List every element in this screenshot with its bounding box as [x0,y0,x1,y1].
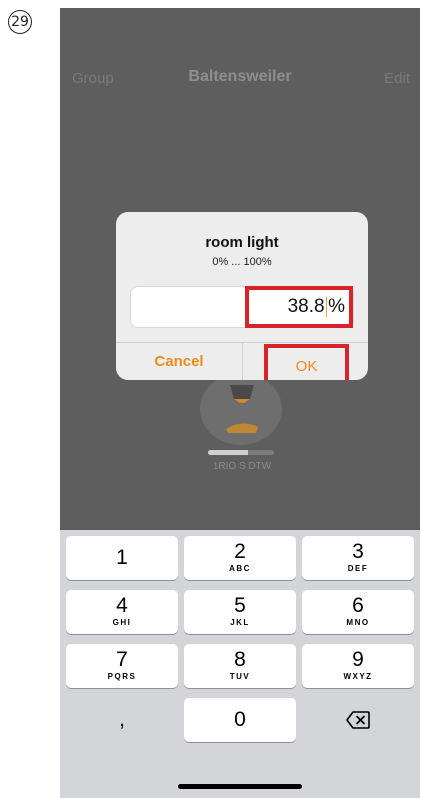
key-6[interactable]: 6 MNO [302,590,414,634]
device-label: 1RIO S DTW [212,461,272,472]
key-digit: 7 [116,648,128,671]
key-8[interactable]: 8 TUV [184,644,296,688]
step-number: 29 [11,14,29,30]
key-letters: PQRS [107,672,137,681]
backspace-icon [346,711,370,729]
device-tile[interactable]: 1RIO S DTW [200,373,285,473]
key-letters: WXYZ [343,672,373,681]
key-digit: 3 [352,540,364,563]
decimal-separator: , [119,708,125,731]
key-digit: 6 [352,594,364,617]
page-title: Baltensweiler [188,68,292,85]
key-digit: 9 [352,648,364,671]
key-7[interactable]: 7 PQRS [66,644,178,688]
value-text: 38.8 [287,296,325,317]
key-0[interactable]: 0 [184,698,296,742]
step-number-badge: 29 [8,10,32,34]
key-letters: DEF [347,564,369,573]
delete-key[interactable] [302,698,414,742]
key-digit: 2 [234,540,246,563]
home-indicator [178,784,302,789]
value-input-field[interactable]: 38.8% [130,286,354,328]
key-letters: TUV [229,672,251,681]
key-4[interactable]: 4 GHI [66,590,178,634]
dialog-button-divider [242,342,243,380]
value-input-dialog: room light 0% ... 100% 38.8% Cancel OK [116,212,368,380]
key-digit: 8 [234,648,246,671]
device-circle [200,373,282,445]
nav-bar: Group Baltensweiler Edit [60,68,420,92]
key-letters: GHI [112,618,132,627]
dialog-title: room light [205,234,279,251]
text-caret [325,297,328,317]
edit-button[interactable]: Edit [384,70,410,87]
unit-text: % [328,296,345,317]
key-letters: MNO [346,618,370,627]
phone-screen: Group Baltensweiler Edit 1RIO S DTW room… [60,8,420,798]
key-letters: JKL [230,618,250,627]
decimal-key[interactable]: , [66,698,178,742]
key-digit: 1 [116,546,128,569]
key-digit: 5 [234,594,246,617]
key-1[interactable]: 1 [66,536,178,580]
lamp-icon [226,385,258,433]
key-9[interactable]: 9 WXYZ [302,644,414,688]
cancel-button[interactable]: Cancel [116,343,242,380]
key-5[interactable]: 5 JKL [184,590,296,634]
key-2[interactable]: 2 ABC [184,536,296,580]
ok-button[interactable]: OK [264,344,349,380]
key-digit: 0 [234,708,246,731]
device-level-fill [208,450,248,455]
key-letters: ABC [229,564,251,573]
dialog-range: 0% ... 100% [212,256,272,268]
key-3[interactable]: 3 DEF [302,536,414,580]
numeric-keypad: 1 2 ABC 3 DEF 4 GHI 5 JKL 6 MNO 7 PQRS 8… [60,530,420,798]
key-digit: 4 [116,594,128,617]
value-highlight-box: 38.8% [245,286,353,328]
device-level-bar [208,450,274,455]
